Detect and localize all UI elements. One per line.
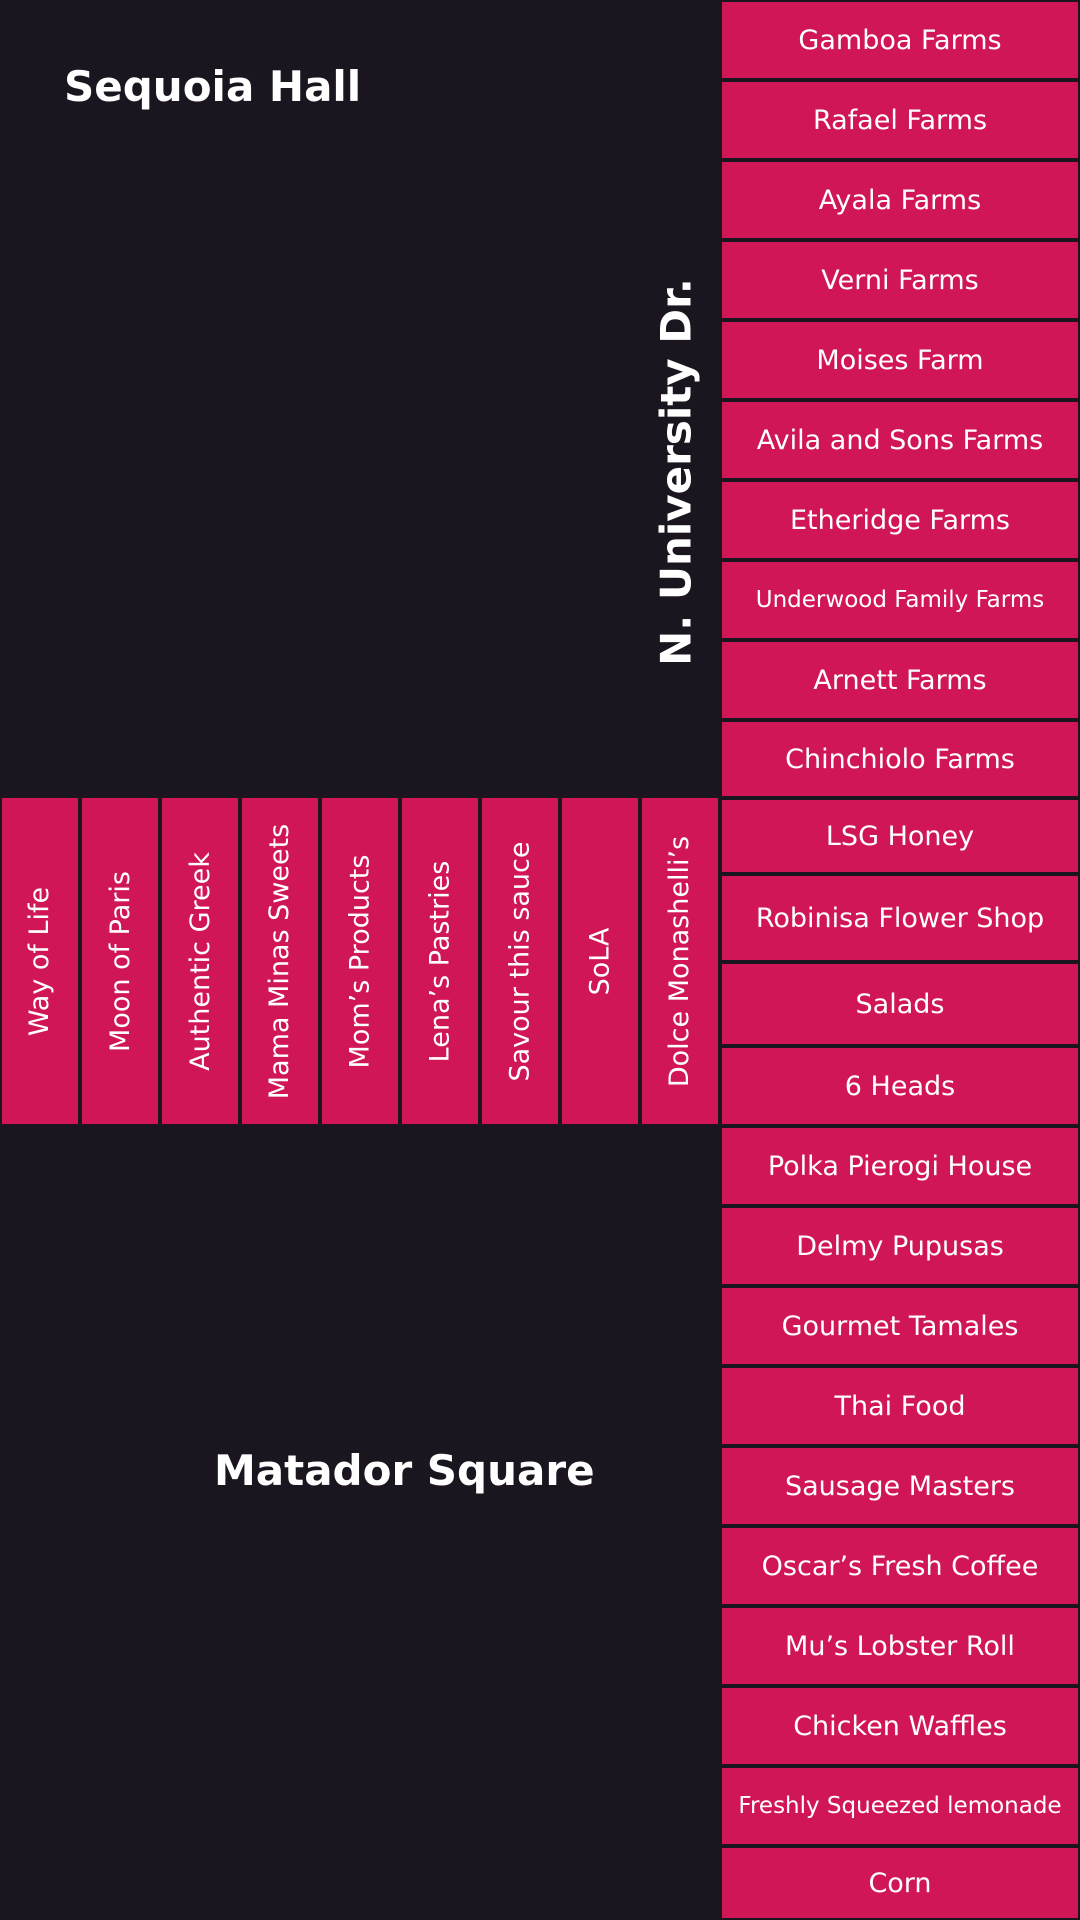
stall-underwood-family-farms: Underwood Family Farms — [720, 560, 1080, 640]
stall-ayala-farms: Ayala Farms — [720, 160, 1080, 240]
stall-label: Moon of Paris — [104, 870, 136, 1052]
stall-6-heads: 6 Heads — [720, 1046, 1080, 1126]
stall-label: Thai Food — [834, 1390, 966, 1422]
stall-lsg-honey: LSG Honey — [720, 798, 1080, 874]
stall-label: Gamboa Farms — [798, 24, 1002, 56]
stall-label: Rafael Farms — [812, 104, 988, 136]
stall-label: Avila and Sons Farms — [756, 424, 1044, 456]
stall-label: Mama Minas Sweets — [264, 823, 296, 1099]
stall-savour-this-sauce: Savour this sauce — [480, 796, 560, 1126]
stall-label: Dolce Monashelli’s — [664, 835, 696, 1087]
stall-gourmet-tamales: Gourmet Tamales — [720, 1286, 1080, 1366]
stall-label: Savour this sauce — [504, 840, 536, 1082]
stall-way-of-life: Way of Life — [0, 796, 80, 1126]
stall-oscar-s-fresh-coffee: Oscar’s Fresh Coffee — [720, 1526, 1080, 1606]
stall-label: Oscar’s Fresh Coffee — [761, 1550, 1039, 1582]
market-map: Sequoia Hall N. University Dr. Matador S… — [0, 0, 1080, 1920]
stall-etheridge-farms: Etheridge Farms — [720, 480, 1080, 560]
stall-freshly-squeezed-lemonade: Freshly Squeezed lemonade — [720, 1766, 1080, 1846]
stall-label: Authentic Greek — [184, 851, 216, 1071]
stall-gamboa-farms: Gamboa Farms — [720, 0, 1080, 80]
stall-label: Chinchiolo Farms — [785, 743, 1015, 775]
matador-square-label: Matador Square — [214, 1446, 595, 1495]
stall-avila-and-sons-farms: Avila and Sons Farms — [720, 400, 1080, 480]
stall-label: Etheridge Farms — [789, 504, 1011, 536]
stall-label: Freshly Squeezed lemonade — [738, 1793, 1062, 1819]
stall-label: Robinisa Flower Shop — [755, 902, 1045, 934]
stall-moon-of-paris: Moon of Paris — [80, 796, 160, 1126]
stall-moises-farm: Moises Farm — [720, 320, 1080, 400]
sequoia-hall-label: Sequoia Hall — [64, 62, 362, 111]
stall-label: Salads — [855, 988, 945, 1020]
stall-label: Sausage Masters — [784, 1470, 1015, 1502]
stall-label: SoLA — [584, 927, 616, 995]
stall-polka-pierogi-house: Polka Pierogi House — [720, 1126, 1080, 1206]
stall-sola: SoLA — [560, 796, 640, 1126]
stall-salads: Salads — [720, 962, 1080, 1046]
stall-label: Verni Farms — [821, 264, 979, 296]
stall-label: Ayala Farms — [818, 184, 982, 216]
stall-corn: Corn — [720, 1846, 1080, 1920]
stall-verni-farms: Verni Farms — [720, 240, 1080, 320]
stall-chinchiolo-farms: Chinchiolo Farms — [720, 720, 1080, 798]
stall-label: Delmy Pupusas — [796, 1230, 1004, 1262]
stall-label: Lena’s Pastries — [424, 860, 456, 1062]
stall-label: Underwood Family Farms — [755, 587, 1045, 613]
stall-mama-minas-sweets: Mama Minas Sweets — [240, 796, 320, 1126]
stall-label: LSG Honey — [825, 820, 975, 852]
stall-robinisa-flower-shop: Robinisa Flower Shop — [720, 874, 1080, 962]
stall-label: Moises Farm — [816, 344, 984, 376]
stall-mu-s-lobster-roll: Mu’s Lobster Roll — [720, 1606, 1080, 1686]
stall-label: Gourmet Tamales — [781, 1310, 1019, 1342]
stall-rafael-farms: Rafael Farms — [720, 80, 1080, 160]
stall-mom-s-products: Mom’s Products — [320, 796, 400, 1126]
stall-thai-food: Thai Food — [720, 1366, 1080, 1446]
stall-label: Polka Pierogi House — [767, 1150, 1033, 1182]
stall-lena-s-pastries: Lena’s Pastries — [400, 796, 480, 1126]
stall-dolce-monashelli-s: Dolce Monashelli’s — [640, 796, 720, 1126]
stall-label: Way of Life — [24, 886, 56, 1036]
stall-delmy-pupusas: Delmy Pupusas — [720, 1206, 1080, 1286]
stall-authentic-greek: Authentic Greek — [160, 796, 240, 1126]
stall-label: Arnett Farms — [813, 664, 987, 696]
stall-sausage-masters: Sausage Masters — [720, 1446, 1080, 1526]
stall-chicken-waffles: Chicken Waffles — [720, 1686, 1080, 1766]
stall-arnett-farms: Arnett Farms — [720, 640, 1080, 720]
stall-label: Corn — [868, 1867, 932, 1899]
stall-label: Mom’s Products — [344, 854, 376, 1068]
stall-label: 6 Heads — [844, 1070, 956, 1102]
stall-label: Chicken Waffles — [793, 1710, 1007, 1742]
stall-label: Mu’s Lobster Roll — [785, 1630, 1015, 1662]
street-label: N. University Dr. — [651, 278, 701, 666]
